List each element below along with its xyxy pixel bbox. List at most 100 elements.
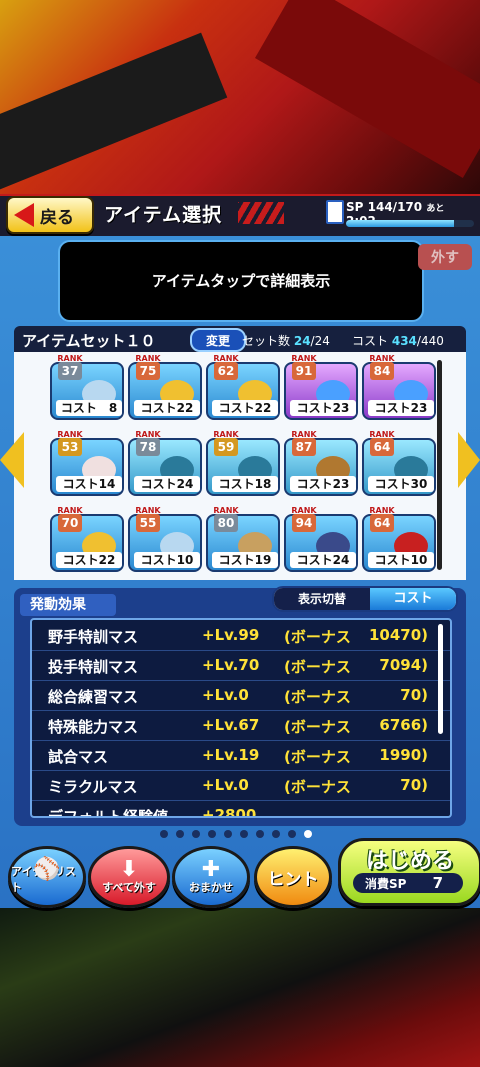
detail-text: アイテムタップで詳細表示 bbox=[151, 272, 331, 290]
item-rank-badge: 84 bbox=[370, 362, 394, 380]
item-card[interactable]: コスト22 RANK 70 bbox=[50, 506, 124, 572]
pager-dot[interactable] bbox=[304, 830, 312, 838]
item-card[interactable]: コスト19 RANK 80 bbox=[206, 506, 280, 572]
item-card[interactable]: コスト10 RANK 64 bbox=[362, 506, 436, 572]
pager-dot[interactable] bbox=[192, 830, 200, 838]
pager-dot[interactable] bbox=[240, 830, 248, 838]
effect-row: 試合マス +Lv.19 (ボーナス 1990) bbox=[32, 740, 450, 771]
effect-row: ミラクルマス +Lv.0 (ボーナス 70) bbox=[32, 770, 450, 801]
effect-name: 総合練習マス bbox=[48, 688, 139, 706]
item-cost: コスト14 bbox=[56, 476, 122, 492]
item-rank: RANK 84 bbox=[368, 354, 396, 380]
item-cost: コスト10 bbox=[134, 552, 200, 568]
item-rank: RANK 53 bbox=[56, 430, 84, 456]
item-rank-badge: 53 bbox=[58, 438, 82, 456]
back-arrow-icon bbox=[14, 203, 34, 227]
item-rank: RANK 91 bbox=[290, 354, 318, 380]
effect-bonus-label: (ボーナス bbox=[284, 778, 351, 796]
effect-name: 野手特訓マス bbox=[48, 628, 139, 646]
sp-bar-fill bbox=[346, 220, 455, 227]
item-card[interactable]: コスト23 RANK 84 bbox=[362, 354, 436, 420]
item-card[interactable]: コスト30 RANK 64 bbox=[362, 430, 436, 496]
effect-row: 投手特訓マス +Lv.70 (ボーナス 7094) bbox=[32, 650, 450, 681]
effect-level: +Lv.99 bbox=[202, 626, 260, 644]
effect-level: +Lv.67 bbox=[202, 716, 260, 734]
effect-level: +Lv.0 bbox=[202, 686, 249, 704]
item-card[interactable]: コスト24 RANK 94 bbox=[284, 506, 358, 572]
item-cost: コスト23 bbox=[290, 400, 356, 416]
pager-dot[interactable] bbox=[272, 830, 280, 838]
effect-bonus-value: 1990) bbox=[379, 746, 428, 764]
start-button[interactable]: はじめる 消費SP 7 bbox=[338, 838, 480, 906]
pager-dot[interactable] bbox=[176, 830, 184, 838]
next-set-arrow-icon[interactable] bbox=[458, 432, 480, 488]
item-rank: RANK 37 bbox=[56, 354, 84, 380]
item-cost: コスト22 bbox=[56, 552, 122, 568]
item-set-bar: アイテムセット１０ 変更 セット数 24/24 コスト 434/440 bbox=[14, 326, 466, 352]
pager-dot[interactable] bbox=[288, 830, 296, 838]
item-card[interactable]: コスト22 RANK 75 bbox=[128, 354, 202, 420]
pager-dot[interactable] bbox=[224, 830, 232, 838]
start-cost-label: 消費SP bbox=[365, 877, 407, 891]
start-label: はじめる bbox=[365, 849, 454, 874]
background-bottom bbox=[0, 905, 480, 1067]
sp-max: 170 bbox=[397, 200, 423, 214]
item-cost: コスト22 bbox=[212, 400, 278, 416]
back-button[interactable]: 戻る bbox=[6, 196, 94, 234]
item-cost: コスト 8 bbox=[56, 400, 122, 416]
item-rank-badge: 62 bbox=[214, 362, 238, 380]
item-rank-badge: 55 bbox=[136, 514, 160, 532]
item-grid-scrollbar[interactable] bbox=[437, 360, 442, 570]
item-card[interactable]: コスト14 RANK 53 bbox=[50, 430, 124, 496]
item-card[interactable]: コスト18 RANK 59 bbox=[206, 430, 280, 496]
item-card[interactable]: コスト22 RANK 62 bbox=[206, 354, 280, 420]
item-cost: コスト23 bbox=[368, 400, 434, 416]
set-cost: コスト 434/440 bbox=[352, 332, 444, 349]
effect-name: 試合マス bbox=[48, 748, 109, 766]
hint-button[interactable]: ヒント bbox=[254, 846, 332, 908]
effect-bonus-value: 10470) bbox=[368, 626, 428, 644]
effect-name: ミラクルマス bbox=[48, 778, 138, 796]
pager-dot[interactable] bbox=[256, 830, 264, 838]
item-card[interactable]: コスト24 RANK 78 bbox=[128, 430, 202, 496]
item-card[interactable]: コスト10 RANK 55 bbox=[128, 506, 202, 572]
change-set-button[interactable]: 変更 bbox=[190, 328, 246, 352]
item-rank-badge: 70 bbox=[58, 514, 82, 532]
item-card[interactable]: コスト23 RANK 91 bbox=[284, 354, 358, 420]
remove-all-button[interactable]: ⬇ すべて外す bbox=[88, 846, 170, 908]
item-rank: RANK 94 bbox=[290, 506, 318, 532]
item-rank-badge: 91 bbox=[292, 362, 316, 380]
item-rank: RANK 78 bbox=[134, 430, 162, 456]
display-toggle[interactable]: 表示切替 コスト bbox=[272, 586, 458, 612]
effect-list: 野手特訓マス +Lv.99 (ボーナス 10470) 投手特訓マス +Lv.70 (ボーナス… bbox=[30, 618, 452, 818]
effect-row: デフォルト経験値 +2800 bbox=[32, 800, 450, 818]
item-card[interactable]: コスト 8 RANK 37 bbox=[50, 354, 124, 420]
item-rank-badge: 64 bbox=[370, 438, 394, 456]
item-list-button[interactable]: ⚾ アイテムリスト bbox=[8, 846, 86, 908]
auto-button[interactable]: ✚ おまかせ bbox=[172, 846, 250, 908]
item-set-name: アイテムセット１０ bbox=[22, 332, 156, 350]
effect-list-scrollbar[interactable] bbox=[438, 624, 443, 734]
item-rank-badge: 94 bbox=[292, 514, 316, 532]
start-cost: 消費SP 7 bbox=[353, 873, 463, 893]
item-card[interactable]: コスト23 RANK 87 bbox=[284, 430, 358, 496]
pager-dot[interactable] bbox=[208, 830, 216, 838]
effect-bonus-label: (ボーナス bbox=[284, 748, 351, 766]
effect-level: +Lv.19 bbox=[202, 746, 260, 764]
item-detail-box: アイテムタップで詳細表示 bbox=[58, 240, 424, 322]
effect-bonus-value: 6766) bbox=[379, 716, 428, 734]
effect-level: +2800 bbox=[202, 806, 257, 818]
start-cost-value: 7 bbox=[432, 874, 444, 892]
item-rank-badge: 87 bbox=[292, 438, 316, 456]
effect-bonus-label: (ボーナス bbox=[284, 628, 351, 646]
pager-dot[interactable] bbox=[160, 830, 168, 838]
effect-row: 総合練習マス +Lv.0 (ボーナス 70) bbox=[32, 680, 450, 711]
effect-bonus-value: 7094) bbox=[379, 656, 428, 674]
hint-label: ヒント bbox=[267, 869, 319, 890]
prev-set-arrow-icon[interactable] bbox=[0, 432, 24, 488]
remove-button[interactable]: 外す bbox=[418, 244, 472, 270]
display-toggle-value: コスト bbox=[370, 588, 456, 610]
sp-suffix: あと bbox=[426, 204, 445, 214]
baseball-bat-icon: ⚾ bbox=[33, 857, 61, 882]
item-rank: RANK 80 bbox=[212, 506, 240, 532]
